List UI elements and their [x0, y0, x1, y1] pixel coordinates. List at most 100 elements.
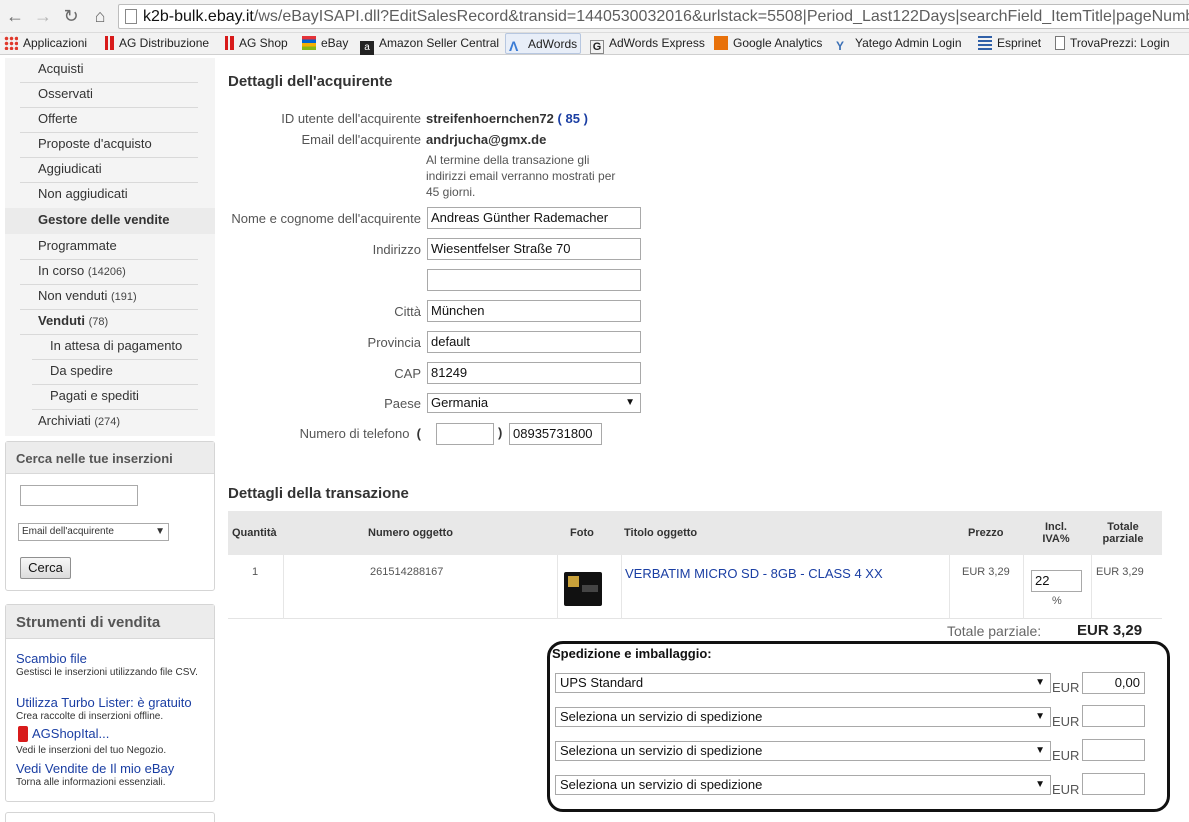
city-input[interactable]: München — [427, 300, 641, 322]
col-subtotal: Totale parziale — [1102, 521, 1144, 545]
tool-link-scambio-file[interactable]: Scambio file — [16, 651, 87, 666]
page-icon — [1055, 36, 1065, 50]
reload-icon[interactable]: ↻ — [60, 5, 82, 27]
address-line1-input[interactable]: Wiesentfelser Straße 70 — [427, 238, 641, 260]
search-field-select[interactable]: Email dell'acquirente ▼ — [18, 523, 169, 541]
nav-item-in-corso[interactable]: In corso (14206) — [20, 260, 198, 285]
nav-item-venduti[interactable]: Venduti (78) — [20, 310, 198, 335]
nav-item-non-aggiudicati[interactable]: Non aggiudicati — [20, 183, 198, 208]
shipping-cost-input-4[interactable] — [1082, 773, 1145, 795]
panel-stub — [5, 812, 215, 822]
nav-item-acquisti[interactable]: Acquisti — [20, 58, 198, 83]
dropdown-arrow-icon: ▼ — [1035, 745, 1045, 756]
col-price: Prezzo — [968, 527, 1004, 539]
search-button[interactable]: Cerca — [20, 557, 71, 579]
browser-toolbar: ← → ↻ ⌂ k2b-bulk.ebay.it/ws/eBayISAPI.dl… — [0, 0, 1189, 33]
currency-label: EUR — [1052, 680, 1080, 695]
nav-item-in-attesa-pagamento[interactable]: In attesa di pagamento — [32, 335, 198, 360]
url-path: /ws/eBayISAPI.dll?EditSalesRecord&transi… — [253, 8, 1189, 25]
shipping-cost-input-2[interactable] — [1082, 705, 1145, 727]
nav-item-non-venduti[interactable]: Non venduti (191) — [20, 285, 198, 310]
nav-item-pagati-spediti[interactable]: Pagati e spediti — [32, 385, 198, 410]
province-input[interactable]: default — [427, 331, 641, 353]
province-label: Provincia — [367, 335, 421, 350]
bookmark-adwords[interactable]: Λ AdWords — [505, 33, 582, 54]
nav-item-offerte[interactable]: Offerte — [20, 108, 198, 133]
tool-link-agshop[interactable]: AGShopItal... — [32, 726, 109, 741]
selling-tools-title: Strumenti di vendita — [6, 605, 214, 639]
yatego-icon: Y — [836, 39, 845, 53]
feedback-score[interactable]: 85 — [565, 111, 579, 126]
phone-prefix-input[interactable] — [436, 423, 494, 445]
shipping-cost-input-3[interactable] — [1082, 739, 1145, 761]
nav-item-da-spedire[interactable]: Da spedire — [32, 360, 198, 385]
vat-input[interactable]: 22 — [1031, 570, 1082, 592]
city-label: Città — [394, 304, 421, 319]
subtotal-label: Totale parziale: — [947, 623, 1042, 639]
dropdown-arrow-icon: ▼ — [1035, 779, 1045, 790]
buyer-name-label: Nome e cognome dell'acquirente — [231, 211, 421, 226]
address-bar[interactable]: k2b-bulk.ebay.it/ws/eBayISAPI.dll?EditSa… — [118, 4, 1189, 29]
search-input[interactable] — [20, 485, 138, 506]
address-line2-input[interactable] — [427, 269, 641, 291]
shipping-service-select-4[interactable]: Seleziona un servizio di spedizione ▼ — [555, 775, 1051, 795]
bookmark-amazon-seller-central[interactable]: a Amazon Seller Central — [360, 33, 499, 55]
bookmark-google-analytics[interactable]: Google Analytics — [714, 33, 822, 54]
bookmark-esprinet[interactable]: Esprinet — [978, 33, 1041, 54]
currency-label: EUR — [1052, 782, 1080, 797]
dropdown-arrow-icon: ▼ — [1035, 711, 1045, 722]
bookmark-adwords-express[interactable]: G AdWords Express — [590, 33, 705, 54]
ag-logo-icon — [225, 36, 234, 50]
home-icon[interactable]: ⌂ — [89, 5, 111, 27]
item-photo[interactable] — [564, 572, 602, 606]
bookmark-yatego-admin-login[interactable]: Y Yatego Admin Login — [836, 33, 962, 54]
forward-arrow-icon[interactable]: → — [32, 5, 54, 27]
bookmarks-bar: Applicazioni AG Distribuzione AG Shop eB… — [0, 33, 1189, 55]
back-arrow-icon[interactable]: ← — [4, 5, 26, 27]
shipping-service-select-1[interactable]: UPS Standard ▼ — [555, 673, 1051, 693]
row-item-title-link[interactable]: VERBATIM MICRO SD - 8GB - CLASS 4 XX — [625, 566, 883, 581]
shipping-cost-input-1[interactable]: 0,00 — [1082, 672, 1145, 694]
tool-link-turbo-lister[interactable]: Utilizza Turbo Lister: è gratuito — [16, 695, 192, 710]
tool-link-vedi-vendite[interactable]: Vedi Vendite de Il mio eBay — [16, 761, 174, 776]
nav-item-aggiudicati[interactable]: Aggiudicati — [20, 158, 198, 183]
bookmark-ag-shop[interactable]: AG Shop — [225, 33, 288, 54]
row-price: EUR 3,29 — [962, 566, 1010, 578]
dropdown-arrow-icon: ▼ — [625, 397, 635, 408]
nav-item-osservati[interactable]: Osservati — [20, 83, 198, 108]
col-divider — [1091, 555, 1092, 619]
shipping-service-select-3[interactable]: Seleziona un servizio di spedizione ▼ — [555, 741, 1051, 761]
country-select[interactable]: Germania ▼ — [427, 393, 641, 413]
buyer-details-title: Dettagli dell'acquirente — [228, 73, 393, 90]
shipping-service-select-2[interactable]: Seleziona un servizio di spedizione ▼ — [555, 707, 1051, 727]
bookmark-ebay[interactable]: eBay — [302, 33, 348, 54]
email-note: Al termine della transazione gli indiriz… — [426, 153, 616, 199]
tool-desc: Crea raccolte di inserzioni offline. — [16, 711, 164, 722]
address-label: Indirizzo — [372, 242, 421, 257]
nav-item-programmate[interactable]: Programmate — [20, 235, 198, 260]
dropdown-arrow-icon: ▼ — [1035, 677, 1045, 688]
amazon-icon: a — [360, 41, 374, 55]
col-item-number: Numero oggetto — [368, 527, 453, 539]
phone-number-input[interactable]: 08935731800 — [509, 423, 602, 445]
transaction-table-header: Quantità Numero oggetto Foto Titolo ogge… — [228, 511, 1162, 555]
col-item-title: Titolo oggetto — [624, 527, 698, 539]
currency-label: EUR — [1052, 714, 1080, 729]
col-divider — [283, 555, 284, 619]
my-ebay-nav: Acquisti Osservati Offerte Proposte d'ac… — [5, 58, 215, 436]
buyer-name-input[interactable]: Andreas Günther Rademacher — [427, 207, 641, 229]
bookmark-applicazioni[interactable]: Applicazioni — [4, 33, 87, 54]
bookmark-ag-distribuzione[interactable]: AG Distribuzione — [105, 33, 209, 54]
ag-logo-icon — [105, 36, 114, 50]
table-row: 1 261514288167 VERBATIM MICRO SD - 8GB -… — [228, 555, 1162, 619]
row-subtotal: EUR 3,29 — [1096, 566, 1144, 578]
nav-section-gestore-vendite[interactable]: Gestore delle vendite — [5, 208, 215, 234]
search-panel-title: Cerca nelle tue inserzioni — [6, 442, 214, 474]
nav-item-archiviati[interactable]: Archiviati (274) — [20, 410, 198, 435]
bookmark-trovaprezzi-login[interactable]: TrovaPrezzi: Login — [1055, 33, 1170, 54]
nav-item-proposte[interactable]: Proposte d'acquisto — [20, 133, 198, 158]
zip-input[interactable]: 81249 — [427, 362, 641, 384]
subtotal-value: EUR 3,29 — [1077, 622, 1143, 639]
row-quantity: 1 — [252, 566, 259, 578]
vat-unit: % — [1052, 595, 1062, 607]
